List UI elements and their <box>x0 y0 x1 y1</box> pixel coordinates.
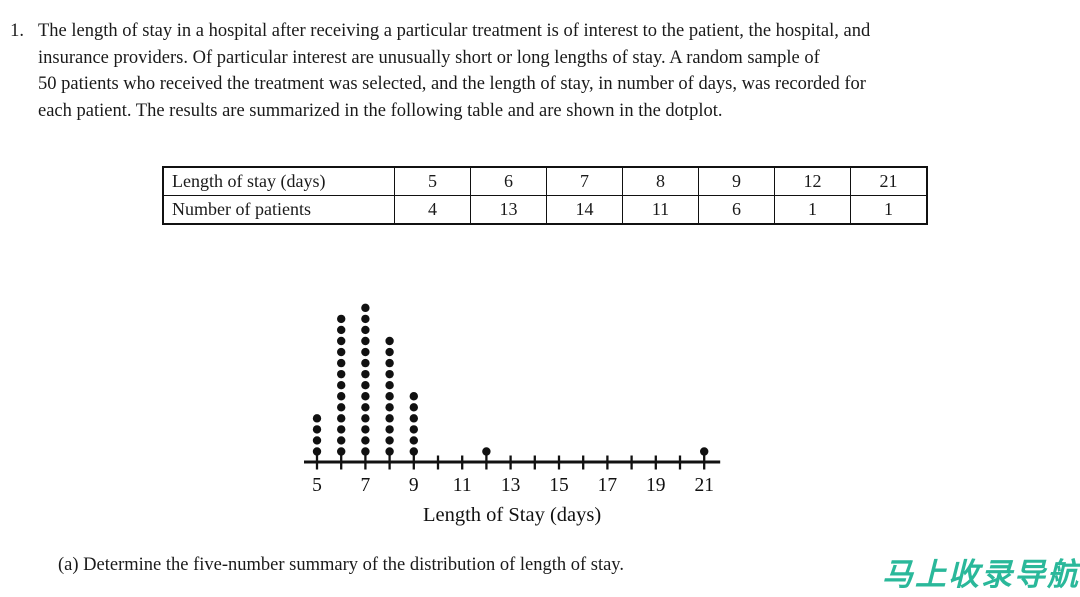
data-dot <box>361 314 370 324</box>
dot-stack <box>361 303 370 456</box>
data-dot <box>337 347 346 357</box>
data-dot <box>385 358 394 368</box>
axis-tick-label: 9 <box>409 475 419 496</box>
question-line: insurance providers. Of particular inter… <box>38 47 820 68</box>
count-value: 11 <box>622 195 699 225</box>
data-dot <box>409 447 418 456</box>
count-value: 1 <box>850 195 928 225</box>
dot-stack <box>337 314 346 456</box>
question-line: The length of stay in a hospital after r… <box>38 21 871 41</box>
data-dot <box>409 414 418 423</box>
watermark-logo: 马上收录导航 <box>882 557 1080 593</box>
dot-stack <box>700 447 709 456</box>
data-dot <box>361 392 370 401</box>
axis-tick-label: 5 <box>312 475 322 496</box>
data-dot <box>337 447 346 456</box>
row-header-patients: Number of patients <box>162 195 395 225</box>
data-dot <box>700 447 709 456</box>
question-line: 50 patients who received the treatment w… <box>38 74 866 94</box>
length-value: 7 <box>546 166 623 196</box>
data-dot <box>361 436 370 445</box>
question-block: 1. The length of stay in a hospital afte… <box>0 18 1070 124</box>
data-dot <box>385 347 394 357</box>
count-value: 14 <box>546 195 623 225</box>
data-dot <box>385 414 394 423</box>
length-value: 9 <box>698 166 775 196</box>
question-text: The length of stay in a hospital after r… <box>38 18 1070 124</box>
data-dot <box>409 403 418 412</box>
data-dot <box>361 425 370 434</box>
axis-tick-label: 21 <box>694 475 714 496</box>
data-dot <box>337 336 346 346</box>
length-value: 21 <box>850 166 928 196</box>
data-dot <box>361 303 370 313</box>
data-dot <box>409 436 418 445</box>
count-value: 1 <box>774 195 851 225</box>
length-value: 12 <box>774 166 851 196</box>
data-dot <box>337 314 346 324</box>
data-dot <box>385 436 394 445</box>
frequency-table: Length of stay (days) 5 6 7 8 9 12 21 Nu… <box>162 166 928 225</box>
data-dot <box>409 392 418 401</box>
count-value: 4 <box>394 195 471 225</box>
data-dot <box>312 447 322 456</box>
frequency-table-container: Length of stay (days) 5 6 7 8 9 12 21 Nu… <box>162 166 928 225</box>
axis-tick-label: 15 <box>549 475 569 496</box>
data-dot <box>312 436 322 445</box>
data-dot <box>361 414 370 423</box>
data-dot <box>337 414 346 423</box>
part-a-text: (a) Determine the five-number summary of… <box>58 555 624 575</box>
axis-tick-label: 7 <box>361 475 371 496</box>
data-dot <box>361 403 370 412</box>
data-dot <box>385 369 394 379</box>
data-dot <box>361 358 370 368</box>
data-dot <box>385 381 394 390</box>
data-dot <box>337 369 346 379</box>
data-dot <box>361 447 370 456</box>
row-header-length: Length of stay (days) <box>162 166 395 196</box>
dotplot-svg: 5 7 9 11 13 15 17 19 21 Length of Stay (days) <box>304 303 721 526</box>
data-dot <box>337 381 346 390</box>
data-dot <box>337 325 346 335</box>
table-row: Number of patients 4 13 14 11 6 1 1 <box>162 195 928 225</box>
count-value: 6 <box>698 195 775 225</box>
length-value: 5 <box>394 166 471 196</box>
axis-tick-label: 11 <box>453 475 472 496</box>
axis-tick-label: 19 <box>646 475 666 496</box>
data-dot <box>361 336 370 346</box>
data-dot <box>385 403 394 412</box>
axis-tick-label: 13 <box>501 475 520 496</box>
x-axis-label: Length of Stay (days) <box>423 504 601 526</box>
data-dot <box>385 336 394 346</box>
count-value: 13 <box>470 195 547 225</box>
data-dot <box>312 414 322 423</box>
data-dot <box>337 436 346 445</box>
data-dot <box>337 392 346 401</box>
dot-stack <box>482 447 491 456</box>
length-value: 8 <box>622 166 699 196</box>
data-dot <box>312 425 322 434</box>
length-value: 6 <box>470 166 547 196</box>
dot-stack <box>312 414 322 456</box>
data-dot <box>385 447 394 456</box>
table-row: Length of stay (days) 5 6 7 8 9 12 21 <box>162 166 928 196</box>
data-dot <box>361 381 370 390</box>
data-dot <box>385 392 394 401</box>
data-dot <box>337 403 346 412</box>
question-number: 1. <box>10 21 24 41</box>
data-dot <box>337 425 346 434</box>
question-line: each patient. The results are summarized… <box>38 100 723 121</box>
data-dot <box>361 347 370 357</box>
data-dot <box>361 325 370 335</box>
dot-stack <box>409 392 418 456</box>
data-dot <box>482 447 491 456</box>
axis-tick-label: 17 <box>598 475 618 496</box>
data-dot <box>385 425 394 434</box>
data-dot <box>409 425 418 434</box>
dot-stack <box>385 336 394 456</box>
dotplot-chart: 5 7 9 11 13 15 17 19 21 Length of Stay (days) <box>300 270 760 530</box>
data-dot <box>361 369 370 379</box>
data-dot <box>337 358 346 368</box>
